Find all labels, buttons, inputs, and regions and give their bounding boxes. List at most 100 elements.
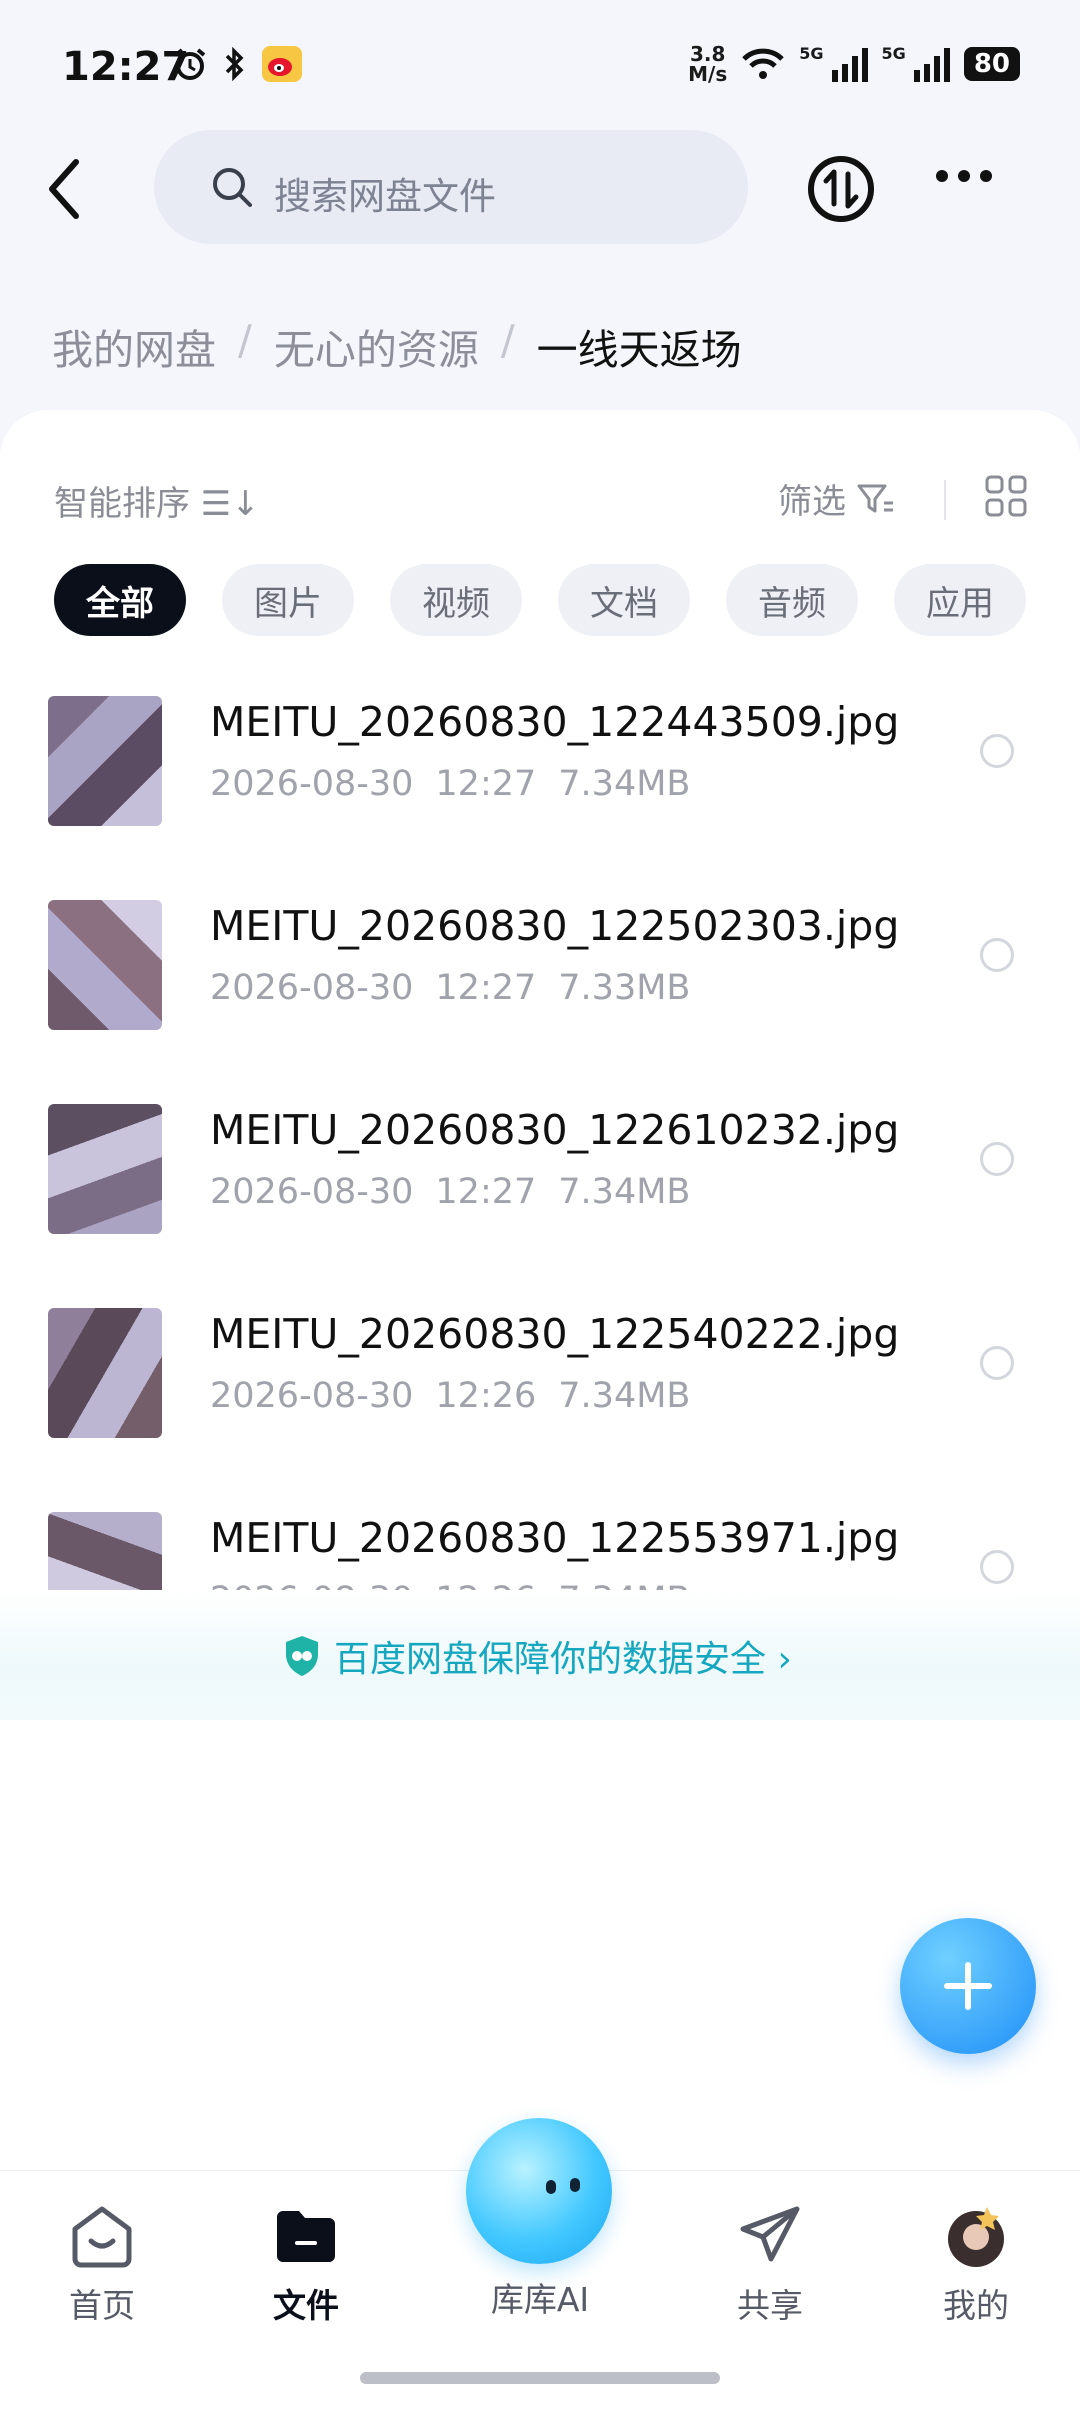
nav-files[interactable]: 文件: [216, 2203, 396, 2327]
file-date: 2026-08-30: [210, 1172, 414, 1212]
chevron-left-icon: [49, 159, 79, 219]
toolbar-divider: [944, 480, 946, 520]
add-button[interactable]: [900, 1918, 1036, 2054]
filter-icon: [857, 484, 893, 512]
file-time: 12:26: [435, 1376, 537, 1416]
file-thumbnail: [48, 1308, 162, 1438]
file-date: 2026-08-30: [210, 764, 414, 804]
chip-documents[interactable]: 文档: [558, 564, 690, 636]
send-icon: [740, 2206, 800, 2262]
select-radio[interactable]: [980, 1142, 1014, 1176]
home-indicator[interactable]: [360, 2372, 720, 2384]
file-thumbnail: [48, 696, 162, 826]
file-size: 7.34MB: [558, 1172, 691, 1212]
select-radio[interactable]: [980, 1550, 1014, 1584]
safety-text: 百度网盘保障你的数据安全 ›: [334, 1639, 792, 1680]
network-gen-1: 5G: [799, 44, 824, 63]
ai-eye: [570, 2178, 580, 2192]
dot-icon: [980, 170, 992, 182]
nav-files-label: 文件: [273, 2286, 339, 2325]
file-name: MEITU_20260830_122443509.jpg: [210, 698, 900, 746]
grid-icon: [985, 475, 1027, 517]
transfer-icon: [808, 156, 874, 222]
grid-view-button[interactable]: [984, 474, 1028, 522]
file-size: 7.34MB: [558, 764, 691, 804]
file-thumbnail: [48, 900, 162, 1030]
file-row[interactable]: MEITU_20260830_122502303.jpg 2026-08-30 …: [0, 876, 1080, 1080]
dot-icon: [958, 170, 970, 182]
nav-mine[interactable]: 我的: [886, 2203, 1066, 2327]
shield-icon: [286, 1636, 318, 1676]
file-time: 12:27: [435, 764, 537, 804]
chip-images[interactable]: 图片: [222, 564, 354, 636]
status-icons: [172, 46, 302, 82]
search-placeholder: 搜索网盘文件: [274, 175, 496, 218]
network-gen-2: 5G: [881, 44, 906, 63]
safety-banner[interactable]: 百度网盘保障你的数据安全 ›: [0, 1590, 1080, 1720]
nav-ai-label: 库库AI: [490, 2280, 590, 2319]
folder-icon: [277, 2211, 335, 2262]
file-thumbnail: [48, 1104, 162, 1234]
breadcrumb-separator: /: [500, 316, 515, 364]
file-meta: 2026-08-30 12:27 7.34MB: [210, 1172, 690, 1212]
signal-icon-2: [913, 46, 950, 82]
chip-audio[interactable]: 音频: [726, 564, 858, 636]
file-time: 12:27: [435, 968, 537, 1008]
status-time: 12:27: [62, 44, 190, 90]
file-date: 2026-08-30: [210, 968, 414, 1008]
transfer-button[interactable]: [806, 154, 876, 228]
file-row[interactable]: MEITU_20260830_122540222.jpg 2026-08-30 …: [0, 1284, 1080, 1488]
file-meta: 2026-08-30 12:27 7.33MB: [210, 968, 690, 1008]
wifi-icon: [742, 48, 785, 79]
more-options-button[interactable]: [936, 170, 992, 182]
weibo-icon: [262, 46, 302, 82]
select-radio[interactable]: [980, 1346, 1014, 1380]
nav-ai[interactable]: 库库AI: [450, 2267, 630, 2321]
file-date: 2026-08-30: [210, 1376, 414, 1416]
filter-label: 筛选: [778, 482, 846, 522]
safety-link[interactable]: 百度网盘保障你的数据安全 ›: [282, 1630, 792, 1682]
breadcrumb-root[interactable]: 我的网盘: [52, 316, 216, 376]
ai-eye: [546, 2180, 556, 2194]
chip-videos[interactable]: 视频: [390, 564, 522, 636]
ai-assistant-button[interactable]: [466, 2118, 612, 2264]
breadcrumb-separator: /: [238, 316, 252, 364]
file-name: MEITU_20260830_122540222.jpg: [210, 1310, 900, 1358]
chip-apps[interactable]: 应用: [894, 564, 1026, 636]
file-size: 7.33MB: [558, 968, 691, 1008]
status-right: 3.8 M/s 5G 5G 80: [688, 44, 1020, 84]
avatar-icon: [948, 2207, 1004, 2267]
nav-share[interactable]: 共享: [680, 2203, 860, 2327]
file-row[interactable]: MEITU_20260830_122443509.jpg 2026-08-30 …: [0, 672, 1080, 876]
nav-home[interactable]: 首页: [12, 2203, 192, 2327]
battery-level: 80: [963, 47, 1020, 81]
breadcrumb-folder[interactable]: 无心的资源: [274, 316, 479, 376]
dot-icon: [936, 170, 948, 182]
filter-button[interactable]: 筛选: [778, 474, 896, 523]
file-name: MEITU_20260830_122553971.jpg: [210, 1514, 900, 1562]
signal-icon: [831, 46, 868, 82]
search-icon: [213, 168, 252, 207]
alarm-icon: [174, 48, 206, 80]
file-row[interactable]: MEITU_20260830_122610232.jpg 2026-08-30 …: [0, 1080, 1080, 1284]
select-radio[interactable]: [980, 938, 1014, 972]
file-meta: 2026-08-30 12:26 7.34MB: [210, 1376, 690, 1416]
file-size: 7.34MB: [558, 1376, 691, 1416]
select-radio[interactable]: [980, 734, 1014, 768]
net-speed-value: 3.8: [690, 42, 726, 66]
breadcrumb: 我的网盘 / 无心的资源 / 一线天返场: [52, 316, 742, 376]
breadcrumb-current: 一线天返场: [536, 326, 742, 374]
sort-button[interactable]: 智能排序 ☰↓: [54, 476, 260, 525]
bluetooth-icon: [225, 46, 244, 82]
home-icon: [72, 2206, 132, 2268]
search-bar[interactable]: 搜索网盘文件: [154, 130, 748, 244]
status-bar: 12:27 3.8 M/s 5G 5G 80: [0, 0, 1080, 130]
chip-all[interactable]: 全部: [54, 564, 186, 636]
net-speed: 3.8 M/s: [688, 44, 727, 84]
nav-mine-label: 我的: [943, 2286, 1009, 2325]
file-time: 12:27: [435, 1172, 537, 1212]
net-speed-unit: M/s: [688, 62, 728, 86]
back-button[interactable]: [38, 154, 98, 224]
file-name: MEITU_20260830_122610232.jpg: [210, 1106, 900, 1154]
nav-share-label: 共享: [737, 2286, 803, 2325]
